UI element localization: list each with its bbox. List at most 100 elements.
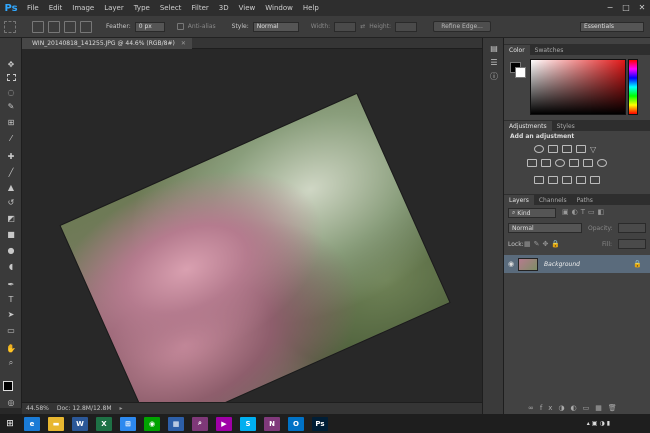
zoom-tool-icon[interactable]: ⌕: [4, 357, 18, 369]
photo-filter-icon[interactable]: [569, 159, 579, 167]
menu-filter[interactable]: Filter: [186, 4, 213, 12]
excel-icon[interactable]: X: [96, 416, 112, 431]
search-icon[interactable]: ⌕: [192, 416, 208, 431]
close-tab-icon[interactable]: ✕: [181, 40, 186, 47]
zoom-level[interactable]: 44.58%: [26, 405, 49, 412]
path-selection-tool-icon[interactable]: ➤: [4, 308, 18, 320]
outlook-icon[interactable]: O: [288, 416, 304, 431]
height-input[interactable]: [395, 21, 418, 32]
menu-help[interactable]: Help: [298, 4, 324, 12]
clock[interactable]: [616, 417, 650, 431]
blend-mode-select[interactable]: Normal: [508, 223, 582, 233]
channel-mixer-icon[interactable]: [583, 159, 593, 167]
width-input[interactable]: [334, 21, 357, 32]
tab-adjustments[interactable]: Adjustments: [504, 121, 552, 131]
menu-edit[interactable]: Edit: [44, 4, 68, 12]
swap-icon[interactable]: ⇄: [360, 23, 365, 30]
remote-icon[interactable]: ⊞: [120, 416, 136, 431]
hue-slider[interactable]: [628, 59, 638, 115]
fill-input[interactable]: [618, 239, 646, 249]
levels-icon[interactable]: [548, 145, 558, 153]
posterize-icon[interactable]: [548, 176, 558, 184]
crop-tool-icon[interactable]: ⊞: [4, 116, 18, 128]
status-arrow-icon[interactable]: ▸: [120, 405, 123, 412]
dodge-tool-icon[interactable]: ◖: [4, 260, 18, 272]
lock-icons[interactable]: ▦✎✥🔒: [524, 240, 563, 248]
tab-layers[interactable]: Layers: [504, 195, 534, 205]
document-canvas[interactable]: [22, 49, 482, 402]
maximize-button[interactable]: □: [618, 0, 634, 14]
minimize-button[interactable]: −: [602, 0, 618, 14]
antialias-checkbox[interactable]: [176, 23, 184, 30]
tab-paths[interactable]: Paths: [572, 195, 598, 205]
hand-tool-icon[interactable]: ✋: [4, 342, 18, 354]
foreground-color-swatch[interactable]: [3, 381, 13, 391]
new-selection-icon[interactable]: [32, 20, 44, 33]
blur-tool-icon[interactable]: ●: [4, 244, 18, 256]
menu-layer[interactable]: Layer: [99, 4, 129, 12]
windows-start-icon[interactable]: ⊞: [0, 414, 20, 433]
history-brush-tool-icon[interactable]: ↺: [4, 196, 18, 208]
network-icon[interactable]: ◉: [144, 416, 160, 431]
bg-color-chip[interactable]: [515, 67, 526, 78]
rectangle-tool-icon[interactable]: ▭: [4, 324, 18, 336]
lasso-tool-icon[interactable]: ◌: [4, 86, 18, 98]
system-tray-icons[interactable]: ▴▣◑▮: [587, 420, 612, 427]
folder-icon[interactable]: ▬: [48, 416, 64, 431]
menu-type[interactable]: Type: [129, 4, 155, 12]
menu-image[interactable]: Image: [67, 4, 99, 12]
photoshop-icon[interactable]: Ps: [312, 416, 328, 431]
feather-input[interactable]: 0 px: [134, 21, 165, 32]
tab-styles[interactable]: Styles: [552, 121, 580, 131]
exposure-icon[interactable]: [576, 145, 586, 153]
brightness-contrast-icon[interactable]: [534, 145, 544, 153]
move-tool-icon[interactable]: ✥: [4, 58, 18, 70]
ie-icon[interactable]: e: [24, 416, 40, 431]
intersect-selection-icon[interactable]: [80, 20, 92, 33]
menu-view[interactable]: View: [234, 4, 261, 12]
hue-saturation-icon[interactable]: [527, 159, 537, 167]
visibility-eye-icon[interactable]: ◉: [504, 260, 518, 268]
quick-selection-tool-icon[interactable]: ✎: [4, 100, 18, 112]
gradient-map-icon[interactable]: [576, 176, 586, 184]
layer-filter-kind[interactable]: ⌕ Kind: [508, 208, 556, 218]
menu-3d[interactable]: 3D: [214, 4, 234, 12]
document-tab[interactable]: WIN_20140818_141255.JPG @ 44.6% (RGB/8#)…: [22, 38, 192, 49]
media-icon[interactable]: ▦: [168, 416, 184, 431]
style-select[interactable]: Normal: [252, 21, 299, 32]
menu-select[interactable]: Select: [155, 4, 187, 12]
pen-tool-icon[interactable]: ✒: [4, 278, 18, 290]
layers-footer-icons[interactable]: ∞fx◑◐▭▦🗑: [528, 404, 623, 412]
color-lookup-icon[interactable]: [597, 159, 607, 167]
menu-file[interactable]: File: [22, 4, 44, 12]
tab-swatches[interactable]: Swatches: [530, 45, 569, 55]
layer-row-background[interactable]: ◉ Background 🔒: [504, 255, 650, 273]
close-button[interactable]: ✕: [634, 0, 650, 14]
vibrance-icon[interactable]: ▽: [590, 145, 600, 154]
opacity-input[interactable]: [618, 223, 646, 233]
subtract-selection-icon[interactable]: [64, 20, 76, 33]
threshold-icon[interactable]: [562, 176, 572, 184]
rotated-flower-photo[interactable]: [59, 92, 451, 402]
color-spectrum[interactable]: [530, 59, 626, 115]
eraser-tool-icon[interactable]: ◩: [4, 212, 18, 224]
history-panel-icon[interactable]: ▤: [487, 42, 501, 54]
marquee-tool-icon[interactable]: [4, 71, 18, 83]
quick-mask-icon[interactable]: ◎: [4, 396, 18, 408]
type-tool-icon[interactable]: T: [4, 293, 18, 305]
video-icon[interactable]: ▶: [216, 416, 232, 431]
curves-icon[interactable]: [562, 145, 572, 153]
color-balance-icon[interactable]: [541, 159, 551, 167]
properties-panel-icon[interactable]: ☰: [487, 56, 501, 68]
info-panel-icon[interactable]: ⓘ: [487, 70, 501, 82]
word-icon[interactable]: W: [72, 416, 88, 431]
refine-edge-button[interactable]: Refine Edge...: [433, 21, 492, 32]
black-white-icon[interactable]: [555, 159, 565, 167]
tab-color[interactable]: Color: [504, 45, 530, 55]
invert-icon[interactable]: [534, 176, 544, 184]
menu-window[interactable]: Window: [260, 4, 298, 12]
clone-stamp-tool-icon[interactable]: ▲: [4, 181, 18, 193]
add-selection-icon[interactable]: [48, 20, 60, 33]
brush-tool-icon[interactable]: ╱: [4, 166, 18, 178]
layer-filter-icons[interactable]: ▣◐T▭◧: [562, 208, 607, 216]
